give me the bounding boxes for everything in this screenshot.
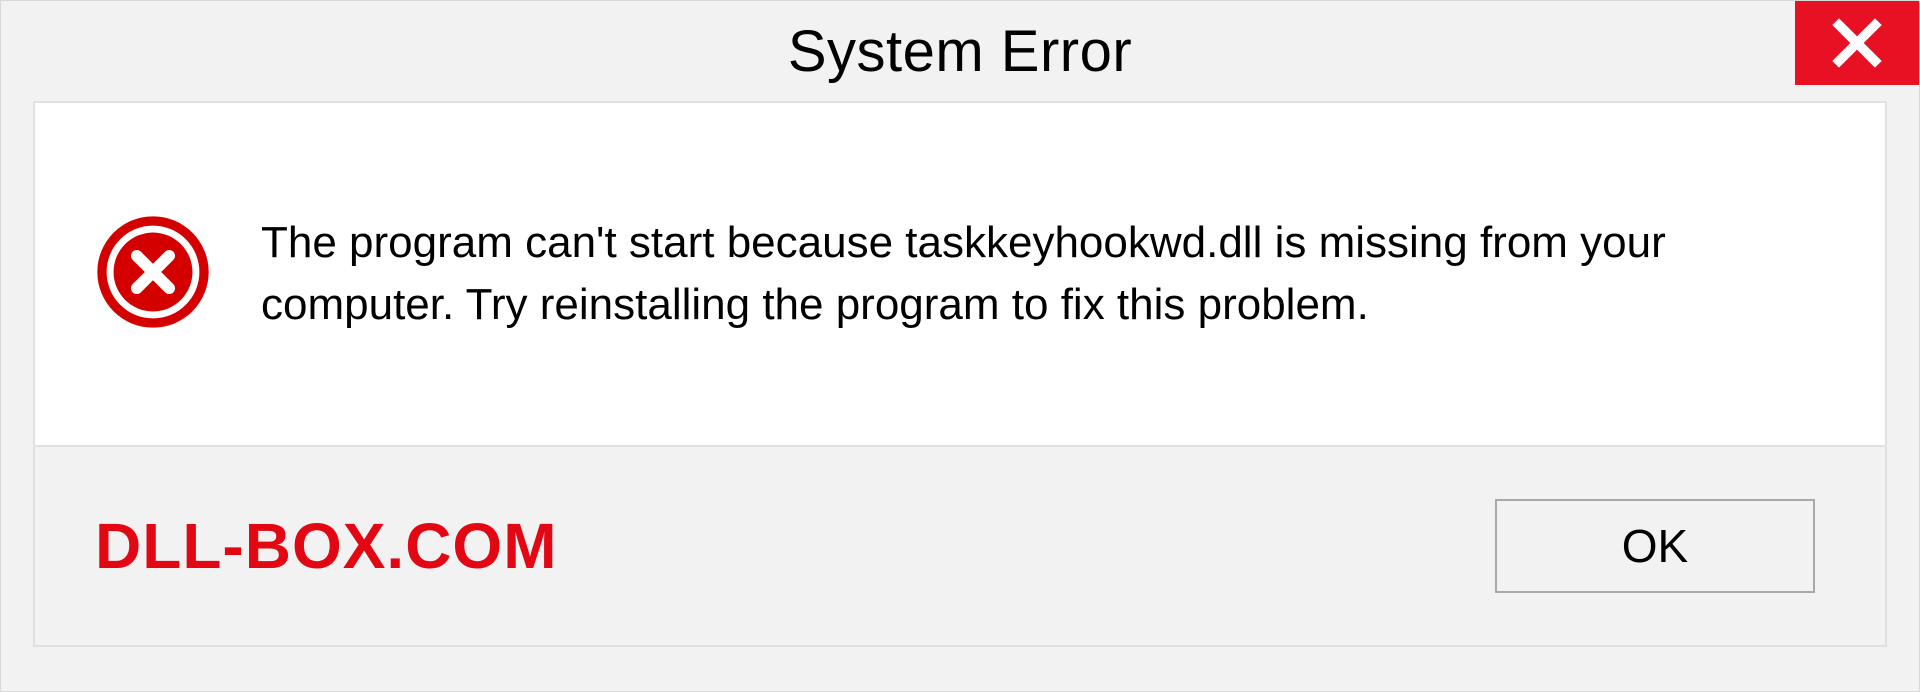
error-icon: [95, 214, 211, 335]
ok-button[interactable]: OK: [1495, 499, 1815, 593]
content-panel: The program can't start because taskkeyh…: [33, 101, 1887, 447]
close-icon: [1830, 16, 1884, 70]
title-bar: System Error: [1, 1, 1919, 101]
watermark-text: DLL-BOX.COM: [95, 509, 558, 583]
footer-panel: DLL-BOX.COM OK: [33, 447, 1887, 647]
system-error-dialog: System Error The program can't start bec…: [0, 0, 1920, 692]
error-message: The program can't start because taskkeyh…: [261, 212, 1825, 335]
close-button[interactable]: [1795, 1, 1919, 85]
dialog-title: System Error: [788, 18, 1132, 85]
